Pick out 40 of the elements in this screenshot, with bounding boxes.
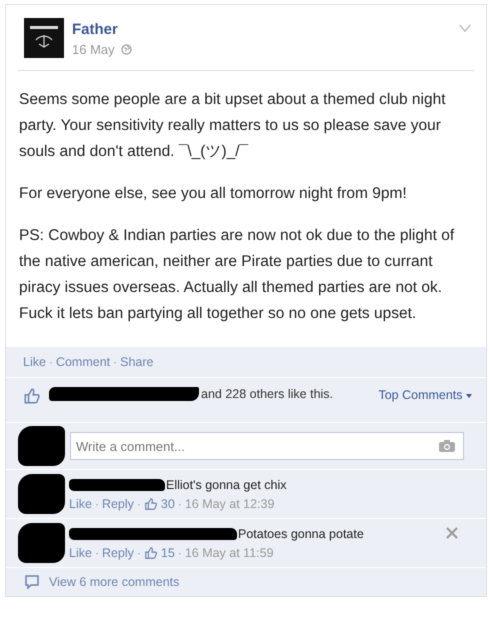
comment-input[interactable]: Write a comment... — [70, 432, 464, 460]
thumbs-up-icon — [144, 546, 158, 560]
view-more-link[interactable]: View 6 more comments — [49, 575, 180, 589]
redaction-mark — [18, 523, 65, 563]
comment-text: Elliot's gonna get chix — [166, 478, 287, 492]
camera-icon — [438, 439, 456, 453]
separator-dot: · — [136, 496, 141, 510]
separator-dot: · — [48, 355, 53, 369]
comment-action-link[interactable]: Like — [69, 496, 92, 510]
likes-text: and 228 others like this. — [201, 386, 334, 402]
separator-dot: · — [178, 546, 182, 560]
chevron-down-icon — [458, 24, 472, 33]
thumbs-up-icon — [144, 496, 158, 510]
separator-dot: · — [178, 496, 182, 510]
action-link[interactable]: Share — [120, 355, 154, 369]
comment-text: Potatoes gonna potate — [238, 526, 364, 540]
comment-action-link[interactable]: Reply — [102, 496, 134, 510]
separator-dot: · — [136, 546, 141, 560]
separator-dot: · — [94, 496, 99, 510]
separator-dot: · — [94, 546, 99, 560]
post-text: PS: Cowboy & Indian parties are now not ok due to the plight of the native american, neither are Pirate parties due to currant piracy issues overseas. Actually all themed parties are not ok. Fuck it lets ban partying all together so no one gets upset. — [19, 226, 456, 324]
redaction-mark — [18, 426, 65, 466]
action-link[interactable]: Comment — [56, 355, 110, 369]
separator-dot: · — [113, 355, 118, 369]
post-text: For everyone else, see you all tomorrow night from 9pm! — [19, 184, 408, 204]
comment-action-link[interactable]: Like — [69, 546, 92, 560]
redaction-mark — [18, 474, 65, 514]
like-count[interactable]: 30 — [160, 496, 175, 510]
post-text: Seems some people are a bit upset about a themed club night party. Your sensitivity really matters to us so please save your souls and don't attend. ¯\_(ツ)_/¯ — [19, 90, 447, 162]
comment-time[interactable]: 16 May at 11:59 — [184, 546, 274, 560]
sort-dropdown[interactable]: Top Comments — [378, 388, 472, 402]
speech-bubble-icon — [24, 574, 40, 590]
thumbs-up-icon — [23, 387, 41, 405]
comment-action-link[interactable]: Reply — [102, 546, 134, 560]
action-link[interactable]: Like — [23, 355, 46, 369]
close-icon[interactable] — [446, 527, 458, 539]
author-name[interactable]: Father — [72, 21, 118, 38]
comment-time[interactable]: 16 May at 12:39 — [184, 496, 274, 510]
post-date[interactable]: 16 May — [72, 42, 115, 57]
like-count[interactable]: 15 — [160, 546, 175, 560]
